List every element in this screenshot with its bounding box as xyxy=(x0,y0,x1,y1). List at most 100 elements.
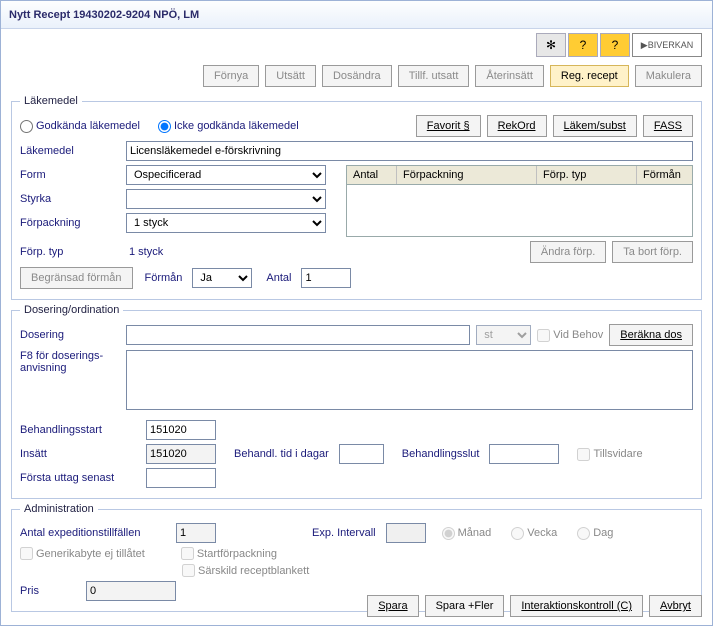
radio-icke-godkanda[interactable]: Icke godkända läkemedel xyxy=(158,120,299,133)
aterinsatt-button: Återinsätt xyxy=(475,65,543,87)
radio-godkanda-label: Godkända läkemedel xyxy=(36,120,140,132)
startforp-input xyxy=(181,547,194,560)
lbl-forsta-uttag: Första uttag senast xyxy=(20,472,140,484)
radio-vecka-input xyxy=(511,527,524,540)
favorit-button[interactable]: Favorit § xyxy=(416,115,481,137)
interaktionskontroll-button[interactable]: Interaktionskontroll (C) xyxy=(510,595,643,617)
grid-body[interactable] xyxy=(346,185,693,237)
behtid-input[interactable] xyxy=(339,444,384,464)
dosering-input[interactable] xyxy=(126,325,470,345)
snowflake-icon: ✻ xyxy=(536,33,566,57)
help-icon-2[interactable]: ? xyxy=(600,33,630,57)
radio-godkanda-input[interactable] xyxy=(20,120,33,133)
lbl-forman: Förmån xyxy=(145,272,183,284)
col-forp-typ: Förp. typ xyxy=(537,166,637,184)
generika-label: Generikabyte ej tillåtet xyxy=(36,548,145,560)
dosering-legend: Dosering/ordination xyxy=(20,304,123,316)
andra-forp-button: Ändra förp. xyxy=(530,241,606,263)
radio-vecka: Vecka xyxy=(511,527,557,540)
radio-manad-input xyxy=(442,527,455,540)
radio-icke-label: Icke godkända läkemedel xyxy=(174,120,299,132)
lbl-behtid: Behandl. tid i dagar xyxy=(234,448,329,460)
biverkan-button[interactable]: ▶ BIVERKAN xyxy=(632,33,702,57)
spara-fler-button[interactable]: Spara +Fler xyxy=(425,595,505,617)
radio-godkanda[interactable]: Godkända läkemedel xyxy=(20,120,140,133)
exp-intervall-input xyxy=(386,523,426,543)
lbl-behslut: Behandlingsslut xyxy=(402,448,480,460)
dosandra-button: Dosändra xyxy=(322,65,392,87)
forsta-uttag-input[interactable] xyxy=(146,468,216,488)
avbryt-button[interactable]: Avbryt xyxy=(649,595,702,617)
generika-input xyxy=(20,547,33,560)
biverkan-label: BIVERKAN xyxy=(648,40,694,50)
exp-tillf-input xyxy=(176,523,216,543)
top-icon-bar: ✻ ? ? ▶ BIVERKAN xyxy=(536,33,702,57)
makulera-button: Makulera xyxy=(635,65,702,87)
lbl-pris: Pris xyxy=(20,585,80,597)
lbl-styrka: Styrka xyxy=(20,193,120,205)
tillf-utsatt-button: Tillf. utsatt xyxy=(398,65,470,87)
lakem-subst-button[interactable]: Läkem/subst xyxy=(553,115,637,137)
sarskild-label: Särskild receptblankett xyxy=(198,565,309,577)
lbl-dosering: Dosering xyxy=(20,329,120,341)
radio-icke-input[interactable] xyxy=(158,120,171,133)
help-icon-1[interactable]: ? xyxy=(568,33,598,57)
lbl-antal: Antal xyxy=(266,272,291,284)
lakemedel-legend: Läkemedel xyxy=(20,95,82,107)
fass-button[interactable]: FASS xyxy=(643,115,693,137)
insatt-input xyxy=(146,444,216,464)
vid-behov-label: Vid Behov xyxy=(553,329,603,341)
dosering-unit-select: st xyxy=(476,325,531,345)
sarskild-input xyxy=(182,564,195,577)
window-title: Nytt Recept 19430202-9204 NPÖ, LM xyxy=(1,1,712,29)
lbl-forp-typ: Förp. typ xyxy=(20,246,120,258)
utsatt-button: Utsätt xyxy=(265,65,316,87)
radio-manad-label: Månad xyxy=(458,527,492,539)
fornya-button: Förnya xyxy=(203,65,259,87)
admin-legend: Administration xyxy=(20,503,98,515)
col-antal: Antal xyxy=(347,166,397,184)
radio-dag-label: Dag xyxy=(593,527,613,539)
startforp-label: Startförpackning xyxy=(197,548,277,560)
radio-dag: Dag xyxy=(577,527,613,540)
main-toolbar: Förnya Utsätt Dosändra Tillf. utsatt Åte… xyxy=(1,59,712,91)
dosering-group: Dosering/ordination Dosering st Vid Beho… xyxy=(11,304,702,499)
dosering-textarea[interactable] xyxy=(126,350,693,410)
lakemedel-input[interactable] xyxy=(126,141,693,161)
lbl-insatt: Insätt xyxy=(20,448,140,460)
grid-header: Antal Förpackning Förp. typ Förmån xyxy=(346,165,693,185)
vid-behov-check: Vid Behov xyxy=(537,329,603,342)
forpackning-select[interactable]: 1 styck xyxy=(126,213,326,233)
lbl-exp-tillf: Antal expeditionstillfällen xyxy=(20,527,170,539)
generika-check: Generikabyte ej tillåtet xyxy=(20,547,145,560)
pris-input xyxy=(86,581,176,601)
ta-bort-forp-button: Ta bort förp. xyxy=(612,241,693,263)
antal-input[interactable] xyxy=(301,268,351,288)
col-forpackning: Förpackning xyxy=(397,166,537,184)
form-select[interactable]: Ospecificerad xyxy=(126,165,326,185)
forman-select[interactable]: Ja xyxy=(192,268,252,288)
lbl-lakemedel: Läkemedel xyxy=(20,145,120,157)
tillsvidare-input xyxy=(577,448,590,461)
lbl-behandlingsstart: Behandlingsstart xyxy=(20,424,140,436)
footer-buttons: Spara Spara +Fler Interaktionskontroll (… xyxy=(367,595,702,617)
col-forman: Förmån xyxy=(637,166,692,184)
vid-behov-input xyxy=(537,329,550,342)
behandlingsstart-input[interactable] xyxy=(146,420,216,440)
radio-vecka-label: Vecka xyxy=(527,527,557,539)
behslut-input[interactable] xyxy=(489,444,559,464)
styrka-select[interactable] xyxy=(126,189,326,209)
berakna-dos-button[interactable]: Beräkna dos xyxy=(609,324,693,346)
tillsvidare-check: Tillsvidare xyxy=(577,448,642,461)
radio-manad: Månad xyxy=(442,527,492,540)
forp-typ-value xyxy=(126,242,326,262)
lbl-exp-intervall: Exp. Intervall xyxy=(312,527,376,539)
rekord-button[interactable]: RekOrd xyxy=(487,115,547,137)
begransad-forman-button: Begränsad förmån xyxy=(20,267,133,289)
startforp-check: Startförpackning xyxy=(181,547,277,560)
dosering-hint: F8 för doserings-anvisning xyxy=(20,350,120,374)
lbl-form: Form xyxy=(20,169,120,181)
lbl-forpackning: Förpackning xyxy=(20,217,120,229)
reg-recept-button[interactable]: Reg. recept xyxy=(550,65,629,87)
spara-button[interactable]: Spara xyxy=(367,595,418,617)
